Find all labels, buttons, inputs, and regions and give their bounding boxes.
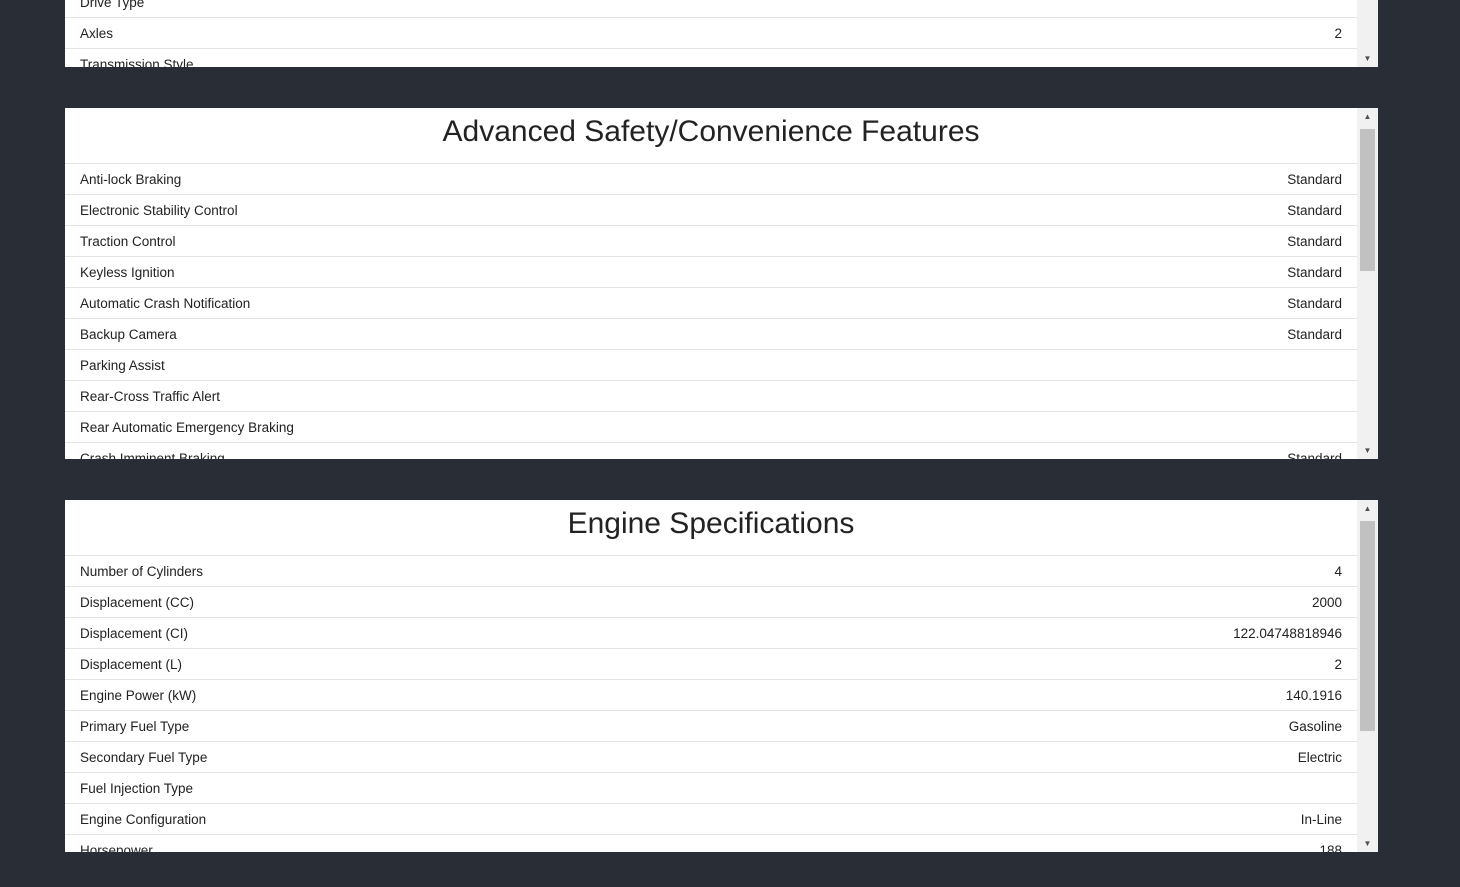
- safety-features-scrollbar[interactable]: ▲ ▼: [1357, 108, 1378, 459]
- engine-value: 4: [1334, 563, 1342, 579]
- vehicle-specs-scrollbar[interactable]: ▼: [1357, 0, 1378, 67]
- safety-features-panel: Advanced Safety/Convenience Features Ant…: [65, 108, 1378, 459]
- engine-label: Displacement (CI): [80, 625, 189, 641]
- engine-row: Engine Configuration In-Line: [65, 804, 1357, 835]
- feature-value: Standard: [1287, 264, 1342, 280]
- engine-label: Displacement (L): [80, 656, 183, 672]
- engine-value: Gasoline: [1288, 718, 1342, 734]
- feature-label: Rear-Cross Traffic Alert: [80, 388, 221, 404]
- engine-label: Fuel Injection Type: [80, 780, 194, 796]
- feature-value: Standard: [1287, 171, 1342, 187]
- feature-row: Keyless Ignition Standard: [65, 257, 1357, 288]
- feature-row: Automatic Crash Notification Standard: [65, 288, 1357, 319]
- feature-value: Standard: [1287, 326, 1342, 342]
- panel-title: Engine Specifications: [65, 500, 1357, 556]
- feature-value: Standard: [1287, 202, 1342, 218]
- feature-row: Traction Control Standard: [65, 226, 1357, 257]
- engine-row: Displacement (CI) 122.04748818946: [65, 618, 1357, 649]
- engine-specs-panel: Engine Specifications Number of Cylinder…: [65, 500, 1378, 852]
- engine-specs-scroll-area[interactable]: Engine Specifications Number of Cylinder…: [65, 500, 1357, 852]
- feature-value: Standard: [1287, 450, 1342, 460]
- engine-specs-scrollbar[interactable]: ▲ ▼: [1357, 500, 1378, 852]
- scroll-down-arrow-icon[interactable]: ▼: [1357, 442, 1378, 459]
- spec-label: Axles: [80, 25, 114, 41]
- engine-row: Displacement (L) 2: [65, 649, 1357, 680]
- scroll-up-arrow-icon[interactable]: ▲: [1357, 500, 1378, 517]
- engine-label: Primary Fuel Type: [80, 718, 190, 734]
- engine-row: Displacement (CC) 2000: [65, 587, 1357, 618]
- scroll-up-arrow-icon[interactable]: ▲: [1357, 108, 1378, 125]
- feature-row: Anti-lock Braking Standard: [65, 164, 1357, 195]
- feature-label: Backup Camera: [80, 326, 177, 342]
- vehicle-specs-scroll-area[interactable]: Drive Type Axles 2 Transmission Style: [65, 0, 1357, 67]
- engine-value: 122.04748818946: [1233, 625, 1342, 641]
- feature-value: Standard: [1287, 233, 1342, 249]
- engine-label: Horsepower: [80, 842, 153, 853]
- engine-row: Fuel Injection Type: [65, 773, 1357, 804]
- feature-label: Crash Imminent Braking: [80, 450, 225, 460]
- feature-label: Rear Automatic Emergency Braking: [80, 419, 294, 435]
- feature-row: Electronic Stability Control Standard: [65, 195, 1357, 226]
- feature-label: Keyless Ignition: [80, 264, 175, 280]
- engine-value: 188: [1319, 842, 1342, 853]
- engine-value: 2: [1334, 656, 1342, 672]
- spec-value: 2: [1334, 25, 1342, 41]
- spec-label: Drive Type: [80, 0, 145, 10]
- engine-label: Engine Configuration: [80, 811, 207, 827]
- scrollbar-thumb[interactable]: [1360, 521, 1375, 731]
- engine-row: Engine Power (kW) 140.1916: [65, 680, 1357, 711]
- engine-label: Number of Cylinders: [80, 563, 204, 579]
- spec-row-drive-type: Drive Type: [65, 0, 1357, 18]
- engine-row: Horsepower 188: [65, 835, 1357, 853]
- scroll-down-arrow-icon[interactable]: ▼: [1357, 50, 1378, 67]
- spec-row-transmission-style: Transmission Style: [65, 49, 1357, 68]
- engine-label: Secondary Fuel Type: [80, 749, 208, 765]
- spec-label: Transmission Style: [80, 56, 194, 68]
- engine-label: Displacement (CC): [80, 594, 195, 610]
- engine-value: 140.1916: [1285, 687, 1342, 703]
- feature-row: Rear Automatic Emergency Braking: [65, 412, 1357, 443]
- feature-row: Crash Imminent Braking Standard: [65, 443, 1357, 460]
- feature-label: Parking Assist: [80, 357, 165, 373]
- safety-features-scroll-area[interactable]: Advanced Safety/Convenience Features Ant…: [65, 108, 1357, 459]
- engine-label: Engine Power (kW): [80, 687, 197, 703]
- feature-value: Standard: [1287, 295, 1342, 311]
- engine-row: Secondary Fuel Type Electric: [65, 742, 1357, 773]
- spec-row-axles: Axles 2: [65, 18, 1357, 49]
- feature-label: Traction Control: [80, 233, 176, 249]
- feature-row: Parking Assist: [65, 350, 1357, 381]
- scrollbar-thumb[interactable]: [1360, 129, 1375, 271]
- engine-row: Primary Fuel Type Gasoline: [65, 711, 1357, 742]
- vehicle-specs-panel: Drive Type Axles 2 Transmission Style ▼: [65, 0, 1378, 67]
- engine-value: 2000: [1311, 594, 1342, 610]
- engine-value: In-Line: [1300, 811, 1342, 827]
- feature-row: Backup Camera Standard: [65, 319, 1357, 350]
- engine-row: Number of Cylinders 4: [65, 556, 1357, 587]
- panel-title: Advanced Safety/Convenience Features: [65, 108, 1357, 164]
- feature-label: Anti-lock Braking: [80, 171, 182, 187]
- feature-label: Automatic Crash Notification: [80, 295, 251, 311]
- feature-label: Electronic Stability Control: [80, 202, 238, 218]
- feature-row: Rear-Cross Traffic Alert: [65, 381, 1357, 412]
- scroll-down-arrow-icon[interactable]: ▼: [1357, 835, 1378, 852]
- engine-value: Electric: [1297, 749, 1342, 765]
